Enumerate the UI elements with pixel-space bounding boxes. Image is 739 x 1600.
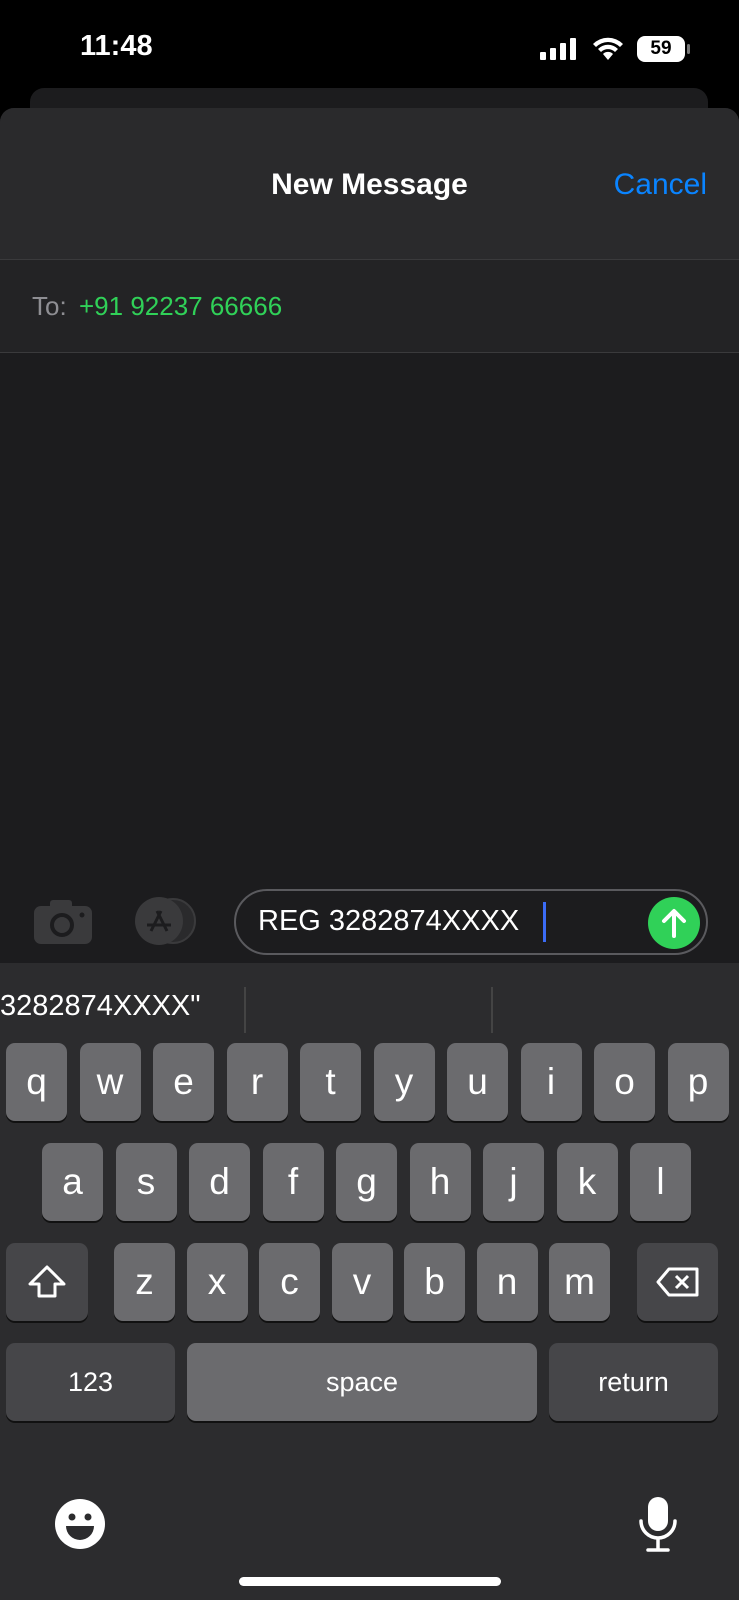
key-h[interactable]: h — [409, 1143, 471, 1221]
key-r[interactable]: r — [226, 1043, 288, 1121]
key-t[interactable]: t — [300, 1043, 361, 1121]
key-b[interactable]: b — [404, 1243, 465, 1321]
key-k[interactable]: k — [556, 1143, 618, 1221]
text-caret — [543, 902, 546, 942]
key-a[interactable]: a — [42, 1143, 103, 1221]
key-f[interactable]: f — [262, 1143, 324, 1221]
key-z[interactable]: z — [114, 1243, 175, 1321]
signal-icon — [540, 38, 576, 65]
key-e[interactable]: e — [153, 1043, 214, 1121]
key-y[interactable]: y — [373, 1043, 435, 1121]
cancel-button[interactable]: Cancel — [614, 168, 707, 202]
battery-tip — [687, 44, 690, 54]
key-d[interactable]: d — [189, 1143, 250, 1221]
to-label: To: — [32, 291, 67, 321]
battery-icon: 59 — [637, 36, 685, 62]
key-l[interactable]: l — [630, 1143, 691, 1221]
delete-icon — [656, 1267, 698, 1297]
key-q[interactable]: q — [6, 1043, 67, 1121]
arrow-up-icon — [662, 909, 686, 938]
camera-icon[interactable] — [34, 898, 92, 949]
key-m[interactable]: m — [549, 1243, 610, 1321]
key-o[interactable]: o — [594, 1043, 655, 1121]
shift-key[interactable] — [6, 1243, 88, 1321]
key-s[interactable]: s — [115, 1143, 177, 1221]
key-c[interactable]: c — [259, 1243, 320, 1321]
key-v[interactable]: v — [331, 1243, 393, 1321]
space-key[interactable]: space — [187, 1343, 537, 1421]
key-i[interactable]: i — [520, 1043, 582, 1121]
microphone-icon[interactable] — [638, 1495, 678, 1558]
numbers-key[interactable]: 123 — [6, 1343, 175, 1421]
emoji-icon[interactable] — [54, 1498, 106, 1555]
send-button[interactable] — [648, 897, 700, 949]
return-key[interactable]: return — [549, 1343, 718, 1421]
key-p[interactable]: p — [667, 1043, 729, 1121]
key-g[interactable]: g — [336, 1143, 397, 1221]
home-indicator[interactable] — [239, 1577, 501, 1586]
wifi-icon — [592, 36, 624, 65]
key-x[interactable]: x — [186, 1243, 248, 1321]
app-store-icon[interactable] — [131, 897, 203, 950]
key-w[interactable]: w — [79, 1043, 141, 1121]
shift-icon — [28, 1265, 66, 1298]
status-time: 11:48 — [80, 30, 153, 62]
message-text[interactable]: REG 3282874XXXX — [258, 905, 519, 938]
key-j[interactable]: j — [483, 1143, 544, 1221]
suggestion-divider — [244, 987, 246, 1033]
key-u[interactable]: u — [447, 1043, 508, 1121]
key-n[interactable]: n — [476, 1243, 538, 1321]
recipient-value[interactable]: +91 92237 66666 — [79, 291, 282, 322]
delete-key[interactable] — [637, 1243, 718, 1321]
suggestion-divider — [491, 987, 493, 1033]
suggestion-item[interactable]: 3282874XXXX" — [0, 990, 201, 1023]
